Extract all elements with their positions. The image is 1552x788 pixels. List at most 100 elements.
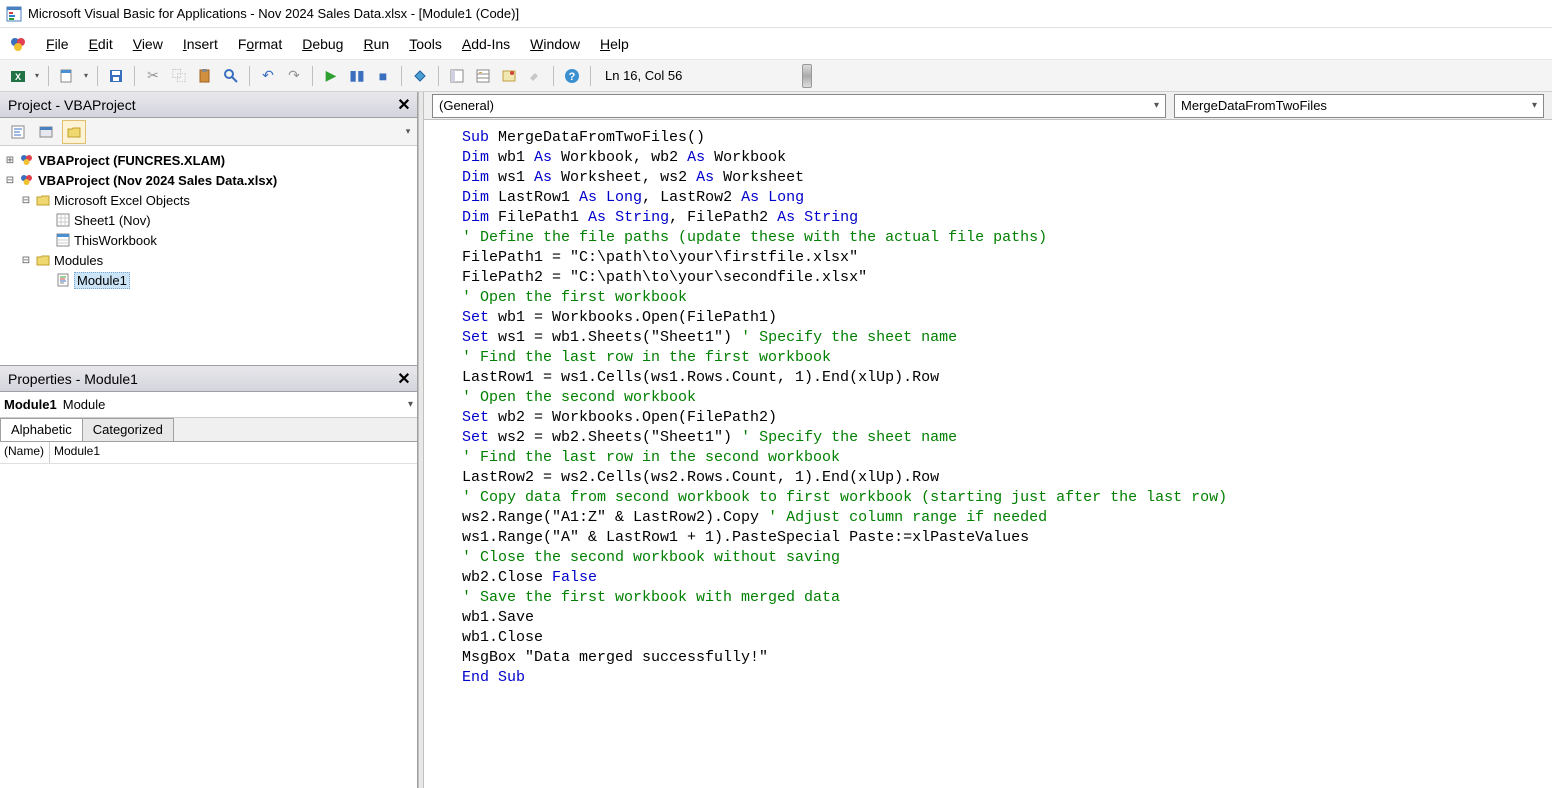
toolbar-grip[interactable]: [802, 64, 812, 88]
tree-module1[interactable]: Module1: [0, 270, 417, 290]
window-title: Microsoft Visual Basic for Applications …: [28, 6, 519, 21]
object-browser-button[interactable]: [497, 64, 521, 88]
properties-tabs: Alphabetic Categorized: [0, 418, 417, 442]
design-mode-button[interactable]: [408, 64, 432, 88]
insert-module-button[interactable]: [55, 64, 79, 88]
tree-label: Module1: [74, 272, 130, 289]
toolbar-separator: [553, 66, 554, 86]
reset-button[interactable]: ■: [371, 64, 395, 88]
module-icon: [55, 272, 71, 288]
property-name-label: (Name): [0, 442, 50, 463]
toolbar-separator: [401, 66, 402, 86]
properties-object-name: Module1: [4, 397, 57, 412]
chevron-down-icon: ▾: [1154, 100, 1159, 111]
menu-help[interactable]: Help: [590, 32, 639, 56]
tree-label: Modules: [54, 253, 103, 268]
insert-module-dropdown[interactable]: ▾: [81, 64, 91, 88]
toolbar-separator: [134, 66, 135, 86]
project-tree[interactable]: ⊞ VBAProject (FUNCRES.XLAM) ⊟ VBAProject…: [0, 146, 417, 366]
main-area: Project - VBAProject ✕ ▾ ⊞ VBAProject (F…: [0, 92, 1552, 788]
chevron-down-icon[interactable]: ▾: [408, 399, 413, 410]
code-editor[interactable]: Sub MergeDataFromTwoFiles() Dim wb1 As W…: [424, 120, 1552, 788]
project-panel-close-button[interactable]: ✕: [395, 96, 413, 114]
procedure-dropdown[interactable]: MergeDataFromTwoFiles ▾: [1174, 94, 1544, 118]
tree-label: VBAProject (FUNCRES.XLAM): [38, 153, 225, 168]
collapse-icon[interactable]: ⊟: [20, 255, 32, 266]
worksheet-icon: [55, 212, 71, 228]
menu-window[interactable]: Window: [520, 32, 590, 56]
menu-run[interactable]: Run: [353, 32, 399, 56]
toolbar-separator: [590, 66, 591, 86]
break-button[interactable]: ▮▮: [345, 64, 369, 88]
save-button[interactable]: [104, 64, 128, 88]
properties-panel-title: Properties - Module1: [8, 371, 138, 387]
project-explorer-button[interactable]: [445, 64, 469, 88]
project-panel-title: Project - VBAProject: [8, 97, 136, 113]
view-code-button[interactable]: [6, 120, 30, 144]
collapse-icon[interactable]: ⊟: [4, 175, 16, 186]
toolbar-separator: [312, 66, 313, 86]
toolbar-separator: [438, 66, 439, 86]
paste-button[interactable]: [193, 64, 217, 88]
cursor-position: Ln 16, Col 56: [605, 68, 682, 83]
toolbar: X ▾ ▾ ✂ ⿻ ↶ ↷ ▶ ▮▮ ■ ? Ln 16, Col 56: [0, 60, 1552, 92]
help-button[interactable]: ?: [560, 64, 584, 88]
tree-project-nov2024[interactable]: ⊟ VBAProject (Nov 2024 Sales Data.xlsx): [0, 170, 417, 190]
toolbar-separator: [249, 66, 250, 86]
expand-icon[interactable]: ⊞: [4, 155, 16, 166]
find-button[interactable]: [219, 64, 243, 88]
collapse-icon[interactable]: ⊟: [20, 195, 32, 206]
project-panel-header: Project - VBAProject ✕: [0, 92, 417, 118]
tree-label: Microsoft Excel Objects: [54, 193, 190, 208]
properties-panel: Module1 Module ▾ Alphabetic Categorized …: [0, 392, 417, 788]
tree-project-funcres[interactable]: ⊞ VBAProject (FUNCRES.XLAM): [0, 150, 417, 170]
svg-text:X: X: [15, 72, 21, 82]
properties-panel-close-button[interactable]: ✕: [395, 370, 413, 388]
folder-icon: [35, 192, 51, 208]
chevron-down-icon: ▾: [1532, 100, 1537, 111]
cut-button[interactable]: ✂: [141, 64, 165, 88]
toolbar-separator: [97, 66, 98, 86]
menubar: File Edit View Insert Format Debug Run T…: [0, 28, 1552, 60]
run-button[interactable]: ▶: [319, 64, 343, 88]
tree-sheet1[interactable]: Sheet1 (Nov): [0, 210, 417, 230]
project-toolbar-dropdown[interactable]: ▾: [401, 123, 415, 141]
folder-icon: [35, 252, 51, 268]
tab-alphabetic[interactable]: Alphabetic: [0, 418, 83, 441]
code-pane: (General) ▾ MergeDataFromTwoFiles ▾ Sub …: [424, 92, 1552, 788]
toggle-folders-button[interactable]: [62, 120, 86, 144]
menu-addins[interactable]: Add-Ins: [452, 32, 520, 56]
tree-thisworkbook[interactable]: ThisWorkbook: [0, 230, 417, 250]
vba-logo-icon: [10, 36, 26, 52]
procedure-dropdown-value: MergeDataFromTwoFiles: [1181, 98, 1327, 113]
tree-folder-excel-objects[interactable]: ⊟ Microsoft Excel Objects: [0, 190, 417, 210]
menu-debug[interactable]: Debug: [292, 32, 353, 56]
tree-folder-modules[interactable]: ⊟ Modules: [0, 250, 417, 270]
view-object-button[interactable]: [34, 120, 58, 144]
object-dropdown[interactable]: (General) ▾: [432, 94, 1166, 118]
view-excel-button[interactable]: X: [6, 64, 30, 88]
tab-categorized[interactable]: Categorized: [82, 418, 174, 441]
menu-format[interactable]: Format: [228, 32, 292, 56]
property-row-name[interactable]: (Name) Module1: [0, 442, 417, 464]
tree-label: ThisWorkbook: [74, 233, 157, 248]
view-excel-dropdown[interactable]: ▾: [32, 64, 42, 88]
vba-project-icon: [19, 172, 35, 188]
menu-insert[interactable]: Insert: [173, 32, 228, 56]
redo-button[interactable]: ↷: [282, 64, 306, 88]
workbook-icon: [55, 232, 71, 248]
properties-object-selector[interactable]: Module1 Module ▾: [0, 392, 417, 418]
copy-button[interactable]: ⿻: [167, 64, 191, 88]
property-name-value[interactable]: Module1: [50, 442, 417, 463]
menu-file[interactable]: File: [36, 32, 79, 56]
properties-window-button[interactable]: [471, 64, 495, 88]
menu-view[interactable]: View: [123, 32, 173, 56]
menu-edit[interactable]: Edit: [79, 32, 123, 56]
properties-grid[interactable]: (Name) Module1: [0, 442, 417, 788]
toolbox-button[interactable]: [523, 64, 547, 88]
svg-text:?: ?: [569, 71, 576, 83]
undo-button[interactable]: ↶: [256, 64, 280, 88]
app-icon: [6, 6, 22, 22]
menu-tools[interactable]: Tools: [399, 32, 452, 56]
properties-panel-header: Properties - Module1 ✕: [0, 366, 417, 392]
